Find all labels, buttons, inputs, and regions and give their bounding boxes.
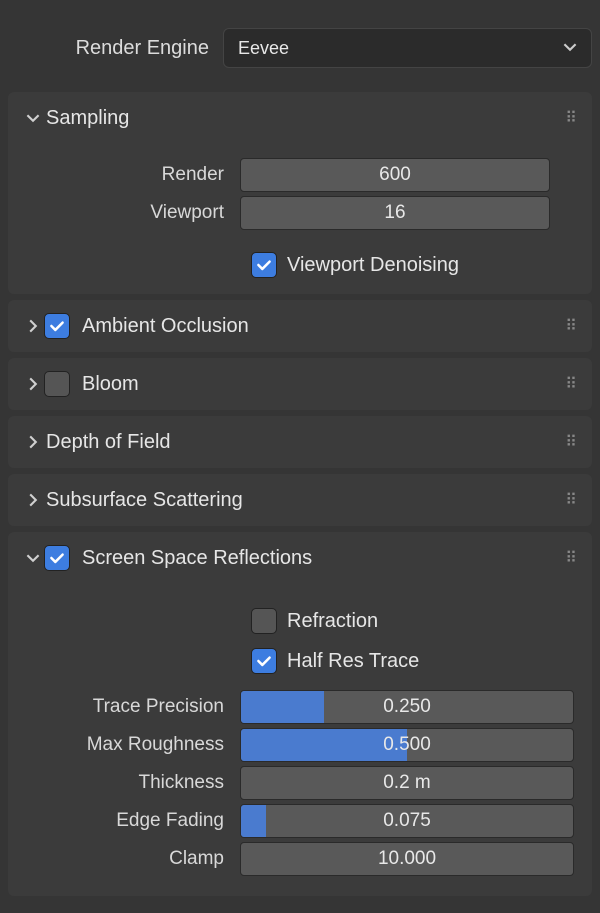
chevron-right-icon <box>22 435 44 449</box>
drag-grip-icon[interactable]: ⠿ <box>565 490 578 510</box>
bloom-header[interactable]: Bloom ⠿ <box>8 358 592 410</box>
trace-precision-label: Trace Precision <box>26 696 236 718</box>
bloom-title: Bloom <box>80 373 565 396</box>
render-engine-value: Eevee <box>238 38 289 59</box>
drag-grip-icon[interactable]: ⠿ <box>565 108 578 128</box>
refraction-label: Refraction <box>287 610 378 633</box>
sampling-title: Sampling <box>44 107 565 130</box>
viewport-denoising-checkbox[interactable] <box>251 252 277 278</box>
render-engine-label: Render Engine <box>8 37 223 60</box>
sss-panel: Subsurface Scattering ⠿ <box>8 474 592 526</box>
thickness-field[interactable]: 0.2 m <box>240 766 574 800</box>
drag-grip-icon[interactable]: ⠿ <box>565 374 578 394</box>
ambient-occlusion-header[interactable]: Ambient Occlusion ⠿ <box>8 300 592 352</box>
trace-precision-field[interactable]: 0.250 <box>240 690 574 724</box>
bloom-checkbox[interactable] <box>44 371 70 397</box>
chevron-down-icon <box>563 40 577 57</box>
edge-fading-field[interactable]: 0.075 <box>240 804 574 838</box>
refraction-checkbox[interactable] <box>251 608 277 634</box>
ambient-occlusion-panel: Ambient Occlusion ⠿ <box>8 300 592 352</box>
edge-fading-label: Edge Fading <box>26 810 236 832</box>
viewport-samples-field[interactable]: 16 <box>240 196 550 230</box>
sampling-header[interactable]: Sampling ⠿ <box>8 92 592 144</box>
render-engine-dropdown[interactable]: Eevee <box>223 28 592 68</box>
drag-grip-icon[interactable]: ⠿ <box>565 432 578 452</box>
ssr-title: Screen Space Reflections <box>80 547 565 570</box>
bloom-panel: Bloom ⠿ <box>8 358 592 410</box>
chevron-right-icon <box>22 319 44 333</box>
dof-title: Depth of Field <box>44 431 565 454</box>
clamp-field[interactable]: 10.000 <box>240 842 574 876</box>
clamp-label: Clamp <box>26 848 236 870</box>
drag-grip-icon[interactable]: ⠿ <box>565 316 578 336</box>
dof-header[interactable]: Depth of Field ⠿ <box>8 416 592 468</box>
half-res-trace-label: Half Res Trace <box>287 650 419 673</box>
render-samples-label: Render <box>26 164 236 186</box>
viewport-samples-label: Viewport <box>26 202 236 224</box>
sss-title: Subsurface Scattering <box>44 489 565 512</box>
sss-header[interactable]: Subsurface Scattering ⠿ <box>8 474 592 526</box>
dof-panel: Depth of Field ⠿ <box>8 416 592 468</box>
viewport-denoising-label: Viewport Denoising <box>287 254 459 277</box>
thickness-label: Thickness <box>26 772 236 794</box>
max-roughness-label: Max Roughness <box>26 734 236 756</box>
half-res-trace-checkbox[interactable] <box>251 648 277 674</box>
max-roughness-field[interactable]: 0.500 <box>240 728 574 762</box>
ambient-occlusion-checkbox[interactable] <box>44 313 70 339</box>
ambient-occlusion-title: Ambient Occlusion <box>80 315 565 338</box>
sampling-panel: Sampling ⠿ Render 600 Viewport 16 Viewpo <box>8 92 592 294</box>
chevron-right-icon <box>22 493 44 507</box>
chevron-down-icon <box>22 111 44 125</box>
render-samples-field[interactable]: 600 <box>240 158 550 192</box>
chevron-down-icon <box>22 551 44 565</box>
chevron-right-icon <box>22 377 44 391</box>
drag-grip-icon[interactable]: ⠿ <box>565 548 578 568</box>
ssr-panel: Screen Space Reflections ⠿ Refraction Ha… <box>8 532 592 896</box>
ssr-checkbox[interactable] <box>44 545 70 571</box>
ssr-header[interactable]: Screen Space Reflections ⠿ <box>8 532 592 584</box>
